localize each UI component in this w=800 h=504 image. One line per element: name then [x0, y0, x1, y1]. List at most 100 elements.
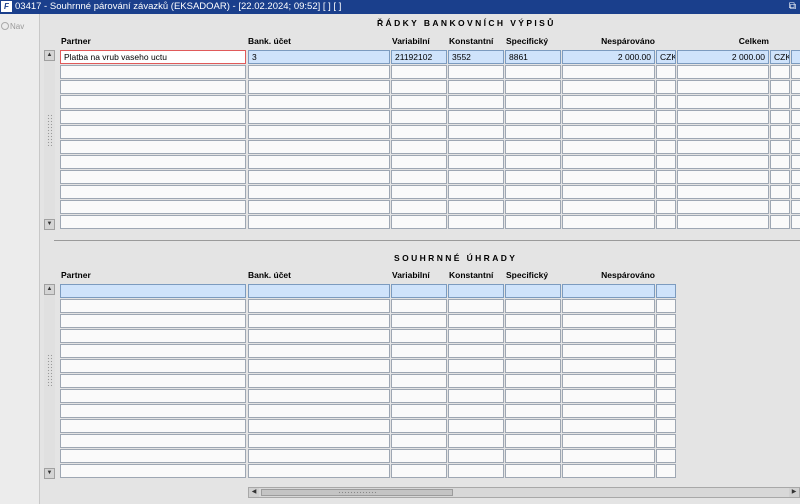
cell-specific[interactable]: 8861 — [505, 50, 561, 64]
summary-col-specific[interactable]: Specifický — [506, 270, 548, 280]
cell-specific[interactable] — [505, 110, 561, 124]
cell-unmatched-currency[interactable] — [656, 65, 676, 79]
cell-unmatched-currency[interactable] — [656, 155, 676, 169]
cell-variable[interactable]: 21192102 — [391, 50, 447, 64]
cell-unmatched[interactable] — [562, 200, 655, 214]
cell-specific[interactable] — [505, 200, 561, 214]
cell-variable[interactable] — [391, 185, 447, 199]
cell-account[interactable] — [248, 464, 390, 478]
cell-account[interactable]: 3 — [248, 50, 390, 64]
cell-account[interactable] — [248, 80, 390, 94]
cell-variable[interactable] — [391, 344, 447, 358]
cell-account[interactable] — [248, 170, 390, 184]
cell-constant[interactable] — [448, 299, 504, 313]
horizontal-scrollbar[interactable]: ◀ ▶ — [248, 487, 800, 498]
cell-specific[interactable] — [505, 344, 561, 358]
bank-col-total[interactable]: Celkem — [676, 36, 769, 46]
cell-account[interactable] — [248, 95, 390, 109]
cell-constant[interactable] — [448, 170, 504, 184]
cell-account[interactable] — [248, 185, 390, 199]
cell-total-currency[interactable]: CZK — [770, 50, 790, 64]
cell-unmatched-currency[interactable] — [656, 314, 676, 328]
cell-total-currency[interactable] — [770, 125, 790, 139]
summary-col-account[interactable]: Bank. účet — [248, 270, 291, 280]
cell-constant[interactable] — [448, 464, 504, 478]
nav-button[interactable]: Nav — [1, 22, 24, 31]
cell-constant[interactable] — [448, 155, 504, 169]
cell-constant[interactable] — [448, 284, 504, 298]
cell-specific[interactable] — [505, 464, 561, 478]
cell-specific[interactable] — [505, 95, 561, 109]
cell-account[interactable] — [248, 419, 390, 433]
cell-unmatched[interactable] — [562, 434, 655, 448]
table-row[interactable] — [0, 215, 800, 230]
cell-unmatched[interactable] — [562, 155, 655, 169]
table-row[interactable] — [0, 389, 800, 404]
cell-account[interactable] — [248, 344, 390, 358]
cell-extra[interactable] — [791, 65, 800, 79]
cell-unmatched[interactable] — [562, 404, 655, 418]
cell-partner[interactable] — [60, 314, 246, 328]
cell-total[interactable] — [677, 80, 769, 94]
cell-constant[interactable] — [448, 185, 504, 199]
cell-unmatched-currency[interactable] — [656, 200, 676, 214]
cell-variable[interactable] — [391, 464, 447, 478]
table-row[interactable] — [0, 329, 800, 344]
cell-specific[interactable] — [505, 65, 561, 79]
cell-unmatched[interactable] — [562, 449, 655, 463]
cell-account[interactable] — [248, 374, 390, 388]
table-row[interactable] — [0, 299, 800, 314]
cell-variable[interactable] — [391, 299, 447, 313]
cell-partner[interactable] — [60, 329, 246, 343]
cell-total-currency[interactable] — [770, 80, 790, 94]
cell-specific[interactable] — [505, 299, 561, 313]
cell-account[interactable] — [248, 284, 390, 298]
cell-partner[interactable] — [60, 299, 246, 313]
cell-variable[interactable] — [391, 65, 447, 79]
cell-specific[interactable] — [505, 329, 561, 343]
cell-partner[interactable] — [60, 65, 246, 79]
cell-account[interactable] — [248, 140, 390, 154]
cell-extra[interactable] — [791, 155, 800, 169]
cell-extra[interactable] — [791, 80, 800, 94]
cell-unmatched[interactable] — [562, 314, 655, 328]
cell-unmatched[interactable] — [562, 80, 655, 94]
table-row[interactable] — [0, 314, 800, 329]
cell-specific[interactable] — [505, 434, 561, 448]
table-row[interactable] — [0, 65, 800, 80]
scroll-left-icon[interactable]: ◀ — [249, 488, 259, 497]
cell-total-currency[interactable] — [770, 155, 790, 169]
cell-constant[interactable] — [448, 389, 504, 403]
cell-variable[interactable] — [391, 314, 447, 328]
cell-unmatched-currency[interactable] — [656, 140, 676, 154]
cell-partner[interactable] — [60, 434, 246, 448]
cell-account[interactable] — [248, 359, 390, 373]
cell-unmatched-currency[interactable] — [656, 344, 676, 358]
cell-unmatched-currency[interactable] — [656, 185, 676, 199]
cell-constant[interactable] — [448, 80, 504, 94]
table-row[interactable] — [0, 170, 800, 185]
cell-specific[interactable] — [505, 140, 561, 154]
cell-specific[interactable] — [505, 374, 561, 388]
cell-total[interactable] — [677, 185, 769, 199]
table-row[interactable] — [0, 449, 800, 464]
cell-unmatched[interactable] — [562, 110, 655, 124]
cell-unmatched-currency[interactable] — [656, 359, 676, 373]
cell-unmatched[interactable] — [562, 374, 655, 388]
cell-unmatched-currency[interactable] — [656, 419, 676, 433]
cell-specific[interactable] — [505, 389, 561, 403]
cell-unmatched[interactable]: 2 000.00 — [562, 50, 655, 64]
cell-partner[interactable] — [60, 344, 246, 358]
summary-col-variable[interactable]: Variabilní — [392, 270, 430, 280]
bank-col-variable[interactable]: Variabilní — [392, 36, 430, 46]
cell-unmatched[interactable] — [562, 140, 655, 154]
cell-constant[interactable] — [448, 110, 504, 124]
table-row[interactable] — [0, 359, 800, 374]
cell-total[interactable] — [677, 110, 769, 124]
cell-variable[interactable] — [391, 155, 447, 169]
cell-variable[interactable] — [391, 419, 447, 433]
cell-unmatched[interactable] — [562, 359, 655, 373]
scroll-right-icon[interactable]: ▶ — [789, 488, 799, 497]
cell-unmatched-currency[interactable] — [656, 449, 676, 463]
cell-unmatched[interactable] — [562, 215, 655, 229]
